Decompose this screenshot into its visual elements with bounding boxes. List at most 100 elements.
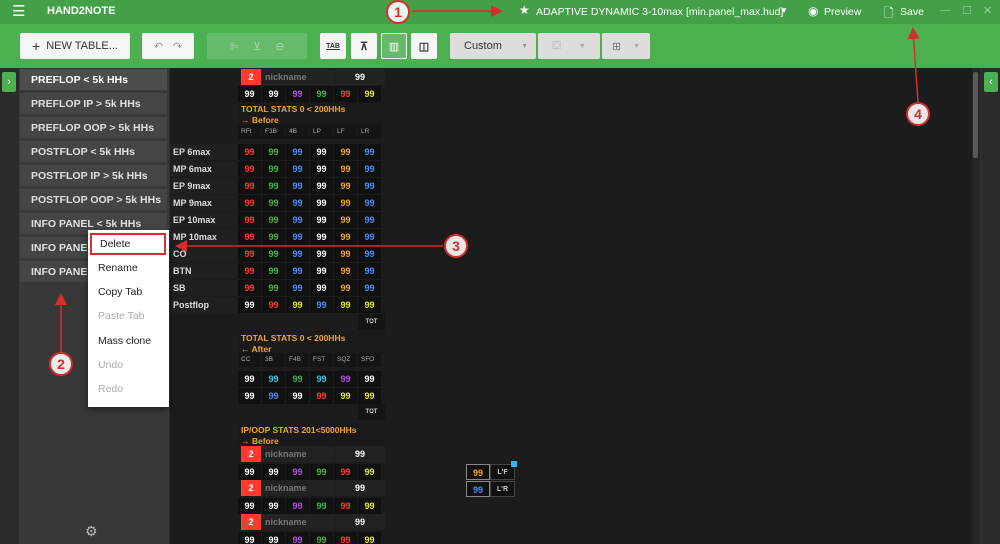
- column-header: F4B: [286, 353, 309, 367]
- row-label: CO: [170, 246, 238, 262]
- stat-cell: 99: [262, 498, 285, 514]
- hamburger-menu-icon[interactable]: ☰: [12, 4, 28, 20]
- stat-cell: 99: [358, 498, 381, 514]
- stat-cell: 99: [310, 297, 333, 313]
- undo-icon[interactable]: ↶: [154, 40, 163, 53]
- style-dropdown[interactable]: Custom ▼: [450, 33, 536, 59]
- stat-cell: 99: [262, 178, 285, 194]
- close-icon[interactable]: ✕: [983, 4, 992, 17]
- stat-cell: 99: [262, 388, 285, 404]
- stat-cell: 99: [238, 297, 261, 313]
- stat-cell: 99: [334, 144, 357, 160]
- stat-cell: 99: [358, 161, 381, 177]
- stat-cell: 99: [358, 246, 381, 262]
- total-label: TOT: [358, 404, 385, 420]
- column-icon[interactable]: ▥: [381, 33, 407, 59]
- border-dropdown[interactable]: ⊞ ▼: [602, 33, 650, 59]
- stat-cell: 99: [238, 388, 261, 404]
- stat-cell: 99: [358, 532, 381, 544]
- stat-cell: 99: [358, 144, 381, 160]
- scrollbar-thumb[interactable]: [973, 72, 978, 158]
- redo-icon[interactable]: ↷: [173, 40, 182, 53]
- eye-icon[interactable]: ◉: [808, 4, 818, 18]
- align-center-icon[interactable]: ⊻: [253, 40, 261, 53]
- file-icon[interactable]: 🗋: [884, 4, 894, 25]
- gear-icon[interactable]: ⚙: [85, 523, 98, 540]
- seat-badge: 2: [241, 446, 261, 462]
- expand-right-icon[interactable]: ‹: [984, 72, 998, 92]
- sidebar-tab[interactable]: POSTFLOP < 5k HHs: [20, 141, 167, 163]
- stat-cell: 99: [310, 161, 333, 177]
- stat-cell: 99: [358, 464, 381, 480]
- annotation-1: 1: [386, 0, 410, 24]
- expand-left-icon[interactable]: ›: [2, 72, 16, 92]
- stat-cell: 99: [286, 263, 309, 279]
- chevron-down-icon[interactable]: ▼: [780, 6, 788, 15]
- new-table-button[interactable]: + NEW TABLE...: [20, 33, 130, 59]
- save-button[interactable]: Save: [900, 6, 924, 18]
- menu-item-copy-tab[interactable]: Copy Tab: [88, 281, 169, 303]
- stat-tool-icon[interactable]: ⊼: [351, 33, 377, 59]
- row-label: SB: [170, 280, 238, 296]
- sidebar-tab[interactable]: PREFLOP < 5k HHs: [20, 69, 167, 91]
- stat-cell: 99: [262, 371, 285, 387]
- stat-cell: 99: [286, 195, 309, 211]
- sidebar-tab[interactable]: PREFLOP IP > 5k HHs: [20, 93, 167, 115]
- stat-cell: 99: [334, 161, 357, 177]
- stat-cell: 99: [238, 532, 261, 544]
- stat-cell: 99: [310, 195, 333, 211]
- stat-cell: 99: [358, 212, 381, 228]
- nickname-label: nickname: [262, 480, 334, 496]
- stat-cell: 99: [310, 371, 333, 387]
- sidebar-tab[interactable]: POSTFLOP IP > 5k HHs: [20, 165, 167, 187]
- resize-handle[interactable]: [511, 461, 517, 467]
- total-label: TOT: [358, 314, 385, 330]
- stat-cell: 99: [238, 212, 261, 228]
- stat-cell: 99: [262, 195, 285, 211]
- hands-count: 99: [335, 69, 385, 85]
- stat-cell: 99: [286, 86, 309, 102]
- menu-item-delete[interactable]: Delete: [90, 233, 166, 255]
- menu-item-rename[interactable]: Rename: [88, 257, 169, 279]
- stat-cell: 99: [238, 178, 261, 194]
- toolbar: + NEW TABLE... ↶ ↷ ⊫ ⊻ ⊖ TAB ⊼ ▥ ◫ Custom…: [0, 24, 1000, 68]
- stat-cell: 99: [334, 532, 357, 544]
- stat-cell: 99: [262, 263, 285, 279]
- stat-cell: 99: [238, 86, 261, 102]
- hands-count: 99: [335, 446, 385, 462]
- sidebar-tab[interactable]: POSTFLOP OOP > 5k HHs: [20, 189, 167, 211]
- stat-cell: 99: [286, 161, 309, 177]
- plus-icon: +: [32, 38, 41, 54]
- stat-cell: 99: [310, 246, 333, 262]
- stat-cell: 99: [286, 464, 309, 480]
- hud-name-dropdown[interactable]: ADAPTIVE DYNAMIC 3-10max [min.panel_max.…: [536, 6, 783, 18]
- row-label: MP 10max: [170, 229, 238, 245]
- hands-count: 99: [335, 480, 385, 496]
- menu-item-undo: Undo: [98, 359, 124, 371]
- stat-cell: 99: [286, 280, 309, 296]
- stat-cell: 99: [286, 144, 309, 160]
- fill-color-dropdown[interactable]: ⛋ ▼: [538, 33, 600, 59]
- maximize-icon[interactable]: ☐: [962, 4, 972, 17]
- stat-cell: 99: [358, 371, 381, 387]
- menu-item-paste-tab: Paste Tab: [98, 310, 145, 322]
- align-dist-icon[interactable]: ⊖: [275, 40, 284, 53]
- column-header: 3B: [262, 353, 285, 367]
- table-layout-icon[interactable]: ◫: [411, 33, 437, 59]
- stat-cell: 99: [286, 498, 309, 514]
- tab-icon-button[interactable]: TAB: [320, 33, 346, 59]
- minimize-icon[interactable]: —: [940, 5, 950, 16]
- scrollbar[interactable]: [972, 68, 980, 544]
- menu-item-mass-clone[interactable]: Mass clone: [88, 330, 169, 352]
- right-strip: [982, 68, 1000, 544]
- stat-cell: 99: [334, 371, 357, 387]
- sidebar-tab[interactable]: PREFLOP OOP > 5k HHs: [20, 117, 167, 139]
- stat-cell: 99: [358, 86, 381, 102]
- row-label: BTN: [170, 263, 238, 279]
- nickname-label: nickname: [262, 69, 334, 85]
- preview-button[interactable]: Preview: [824, 6, 861, 18]
- align-left-icon[interactable]: ⊫: [230, 40, 240, 53]
- chevron-down-icon: ▼: [633, 42, 641, 50]
- stat-cell: 99: [238, 263, 261, 279]
- row-label: EP 9max: [170, 178, 238, 194]
